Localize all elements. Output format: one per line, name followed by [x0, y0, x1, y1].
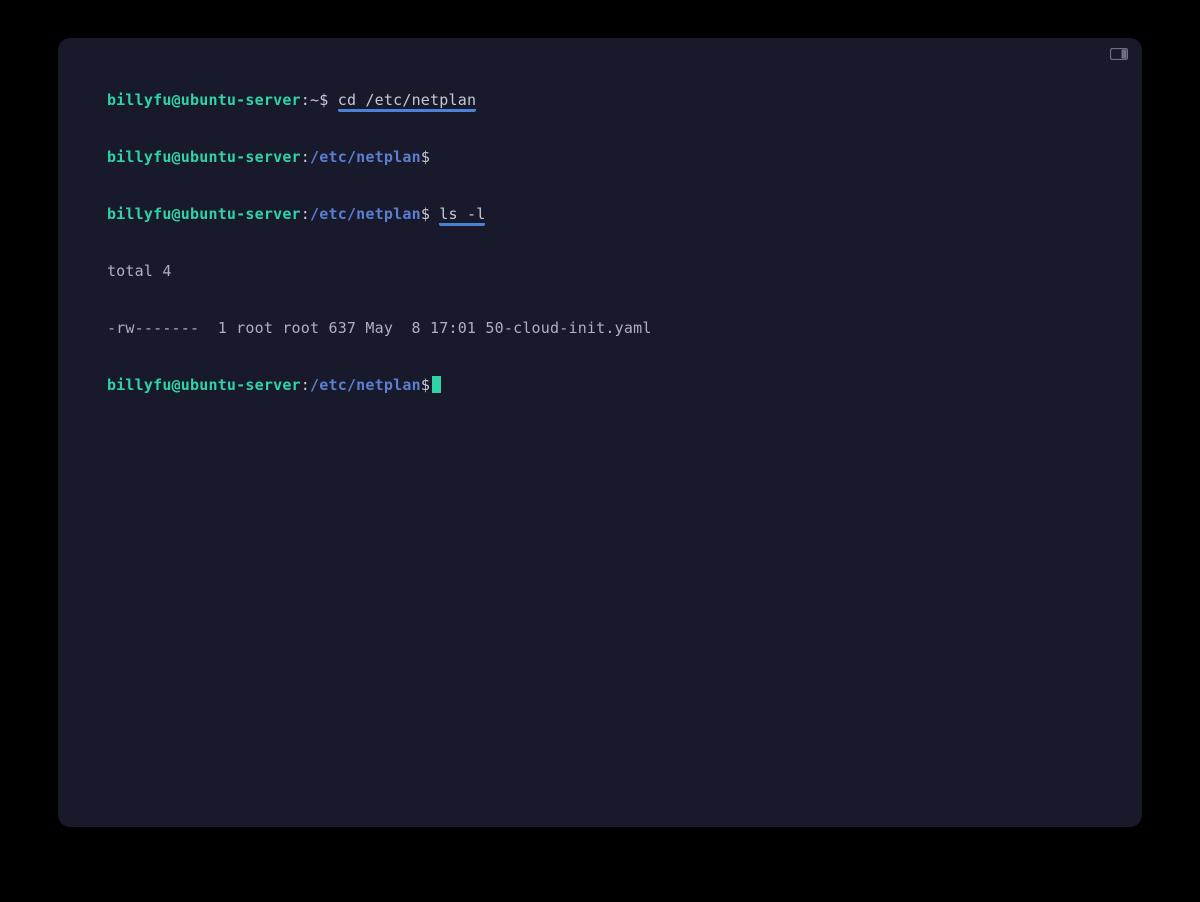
prompt-user-host: billyfu@ubuntu-server	[107, 91, 301, 109]
terminal-output-line: total 4	[70, 243, 1130, 300]
terminal-line: billyfu@ubuntu-server:~$ cd /etc/netplan	[70, 72, 1130, 129]
prompt-path: /etc/netplan	[310, 148, 421, 166]
prompt-symbol: $	[421, 205, 430, 223]
prompt-colon: :	[301, 376, 310, 394]
prompt-colon: :	[301, 205, 310, 223]
prompt-user-host: billyfu@ubuntu-server	[107, 376, 301, 394]
prompt-path: /etc/netplan	[310, 376, 421, 394]
prompt-symbol: $	[421, 376, 430, 394]
prompt-colon: :	[301, 91, 310, 109]
terminal-line: billyfu@ubuntu-server:/etc/netplan$	[70, 129, 1130, 186]
command-text: cd /etc/netplan	[338, 91, 476, 112]
command-text: ls -l	[439, 205, 485, 226]
output-text: -rw------- 1 root root 637 May 8 17:01 5…	[107, 319, 652, 337]
prompt-user-host: billyfu@ubuntu-server	[107, 148, 301, 166]
prompt-path: ~	[310, 91, 319, 109]
panel-split-icon[interactable]	[1110, 48, 1128, 60]
terminal-line: billyfu@ubuntu-server:/etc/netplan$ ls -…	[70, 186, 1130, 243]
terminal-line: billyfu@ubuntu-server:/etc/netplan$	[70, 357, 1130, 414]
prompt-path: /etc/netplan	[310, 205, 421, 223]
prompt-symbol: $	[421, 148, 430, 166]
cursor-block	[432, 376, 441, 393]
terminal-window[interactable]: billyfu@ubuntu-server:~$ cd /etc/netplan…	[58, 38, 1142, 827]
prompt-user-host: billyfu@ubuntu-server	[107, 205, 301, 223]
output-text: total 4	[107, 262, 172, 280]
prompt-colon: :	[301, 148, 310, 166]
prompt-symbol: $	[319, 91, 328, 109]
terminal-output-line: -rw------- 1 root root 637 May 8 17:01 5…	[70, 300, 1130, 357]
